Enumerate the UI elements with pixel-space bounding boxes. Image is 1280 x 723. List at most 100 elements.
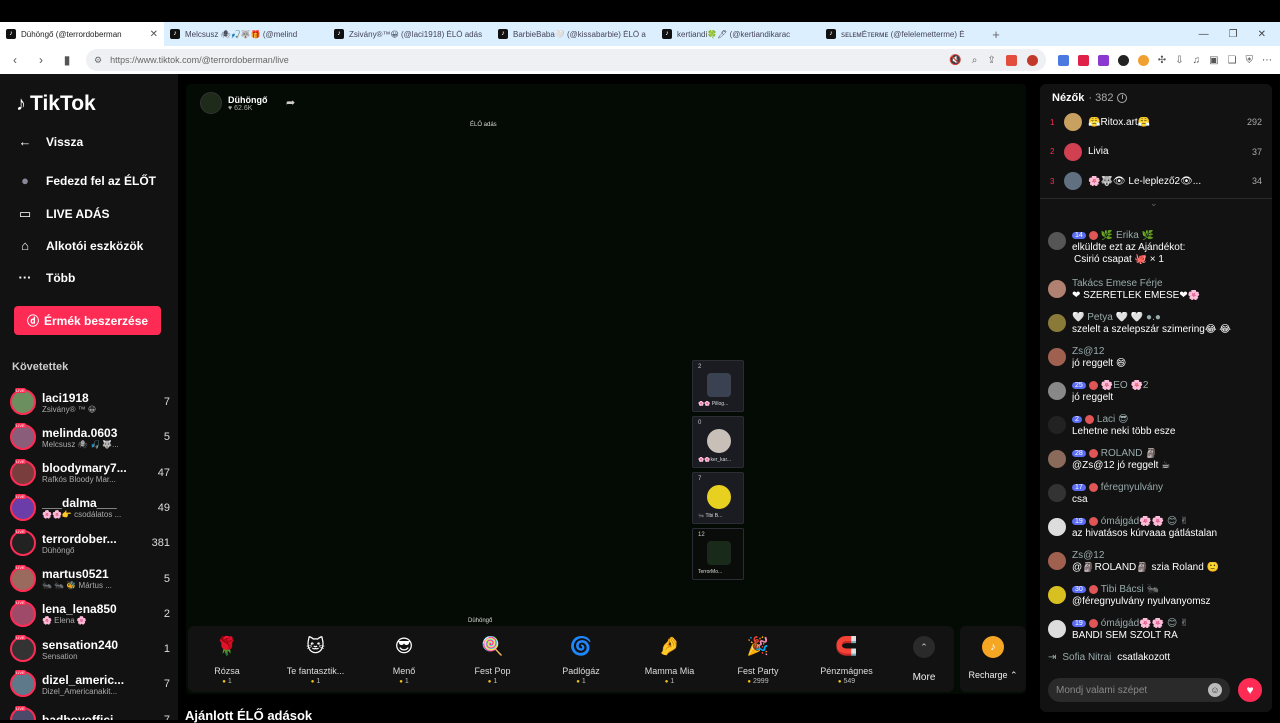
nav-explore-live[interactable]: ● Fedezd fel az ÉLŐT [16, 173, 156, 188]
tiktok-logo[interactable]: ♪ TikTok [16, 92, 96, 116]
avatar[interactable] [1048, 232, 1066, 250]
avatar[interactable] [1048, 416, 1066, 434]
following-item[interactable]: LIVE laci1918 Zsivány® ™ 😀 7 [10, 386, 170, 418]
emoji-icon[interactable]: ☺ [1208, 683, 1222, 697]
message-user[interactable]: 🌸EO 🌸2 [1101, 380, 1149, 391]
streamer-info[interactable]: Dühöngő ♥ 62.6K [200, 92, 268, 114]
viewers-header[interactable]: Nézők · 382 i [1052, 92, 1128, 104]
live-video-player[interactable]: Dühöngő ♥ 62.6K ➦ ÉLŐ adás 2 🌸🌸 Pillog..… [186, 84, 1026, 694]
top-viewer-item[interactable]: 2 Livia 37 [1050, 141, 1262, 163]
gift-item[interactable]: 🤌 Mamma Mia 1 [631, 632, 709, 685]
following-item[interactable]: LIVE sensation240 Sensation 1 [10, 633, 170, 665]
following-item[interactable]: LIVE martus0521 🐜 🐜 🐝 Mártus ... 5 [10, 563, 170, 595]
nav-creator-tools[interactable]: ⌂ Alkotói eszközök [16, 238, 143, 253]
avatar[interactable] [1048, 620, 1066, 638]
message-user[interactable]: ROLAND 🗿 [1101, 448, 1158, 459]
forward-icon[interactable]: › [34, 53, 48, 67]
extension-icon[interactable] [1005, 54, 1017, 66]
extension-icon[interactable] [1077, 54, 1089, 66]
share-icon[interactable]: ➦ [286, 96, 295, 109]
tab-1[interactable]: ♪ Melcsusz 🕷🎣🐺🎁 (@melind [164, 22, 328, 46]
download-icon[interactable]: ⇩ [1175, 55, 1183, 66]
extension-icon[interactable] [1026, 54, 1038, 66]
minimize-icon[interactable]: — [1199, 29, 1209, 40]
share-icon[interactable]: ⇪ [987, 55, 995, 66]
heart-icon[interactable]: ♥ [1238, 678, 1262, 702]
avatar[interactable] [1048, 586, 1066, 604]
collections-icon[interactable]: ❏ [1228, 55, 1237, 66]
message-user[interactable]: Zs@12 [1072, 346, 1104, 357]
avatar[interactable] [1048, 518, 1066, 536]
gift-item[interactable]: 🍭 Fest Pop 1 [454, 632, 532, 685]
message-user[interactable]: Zs@12 [1072, 550, 1104, 561]
avatar[interactable] [1048, 348, 1066, 366]
message-user[interactable]: féregnyulvány [1101, 482, 1163, 493]
message-user[interactable]: 🤍 Petya 🤍 🤍 ●.● [1072, 312, 1161, 323]
get-coins-button[interactable]: ⓓ Érmék beszerzése [14, 306, 161, 335]
avatar[interactable] [1048, 552, 1066, 570]
info-icon[interactable]: i [1117, 93, 1128, 103]
message-user[interactable]: 🌿 Erika 🌿 [1101, 230, 1154, 241]
menu-icon[interactable]: ⋯ [1262, 55, 1272, 66]
following-item[interactable]: LIVE terrordober... Dühöngő 381 [10, 527, 170, 559]
streamer-avatar[interactable] [200, 92, 222, 114]
gift-item[interactable]: 🧲 Pénzmágnes 549 [808, 632, 886, 685]
following-item[interactable]: LIVE badboyoffici... 7 [10, 704, 170, 720]
tab-5[interactable]: ♪ ꜱᴇʟᴇᴍÉᴛᴇʀᴍᴇ (@felelemetterme) É [820, 22, 984, 46]
chevron-down-icon[interactable]: ⌄ [1150, 198, 1158, 209]
tab-4[interactable]: ♪ kertiandi🍀🖊 (@kertiandikarac [656, 22, 820, 46]
recharge-button[interactable]: ♪ Recharge ⌃ [960, 626, 1026, 692]
new-tab-button[interactable]: + [984, 27, 1008, 42]
avatar[interactable] [1048, 382, 1066, 400]
gift-item[interactable]: 🎉 Fest Party 2999 [719, 632, 797, 685]
back-icon[interactable]: ‹ [8, 53, 22, 67]
following-item[interactable]: LIVE bloodymary7... Rafkós Bloody Mar... 47 [10, 457, 170, 489]
extension-icon[interactable] [1117, 54, 1129, 66]
avatar[interactable] [1048, 450, 1066, 468]
extension-icon[interactable] [1057, 54, 1069, 66]
following-item[interactable]: LIVE melinda.0603 Melcsusz 🕷 🎣 🐺... 5 [10, 421, 170, 453]
top-viewer-item[interactable]: 1 😤Ritox.art😤 292 [1050, 111, 1262, 133]
gift-item[interactable]: 🌹 Rózsa 1 [188, 632, 266, 685]
chat-input[interactable]: Mondj valami szépet ☺ [1048, 678, 1230, 702]
gift-item[interactable]: 🌀 Padlógáz 1 [542, 632, 620, 685]
message-user[interactable]: Tibi Bácsi 🐜 [1101, 584, 1159, 595]
following-item[interactable]: LIVE lena_lena850 🌸 Elena 🌸 2 [10, 598, 170, 630]
shield-icon[interactable]: ⛨ [1246, 55, 1254, 66]
avatar[interactable] [1048, 280, 1066, 298]
sidebar-icon[interactable]: ▣ [1209, 55, 1218, 66]
guest-tile[interactable]: 0 🌸🌸ker_kar... [692, 416, 744, 468]
close-icon[interactable]: ✕ [150, 29, 158, 40]
message-user[interactable]: ómájgád🌸🌸 😊 ✌ [1101, 618, 1189, 629]
avatar[interactable] [1048, 314, 1066, 332]
message-user[interactable]: ómájgád🌸🌸 😊 ✌ [1101, 516, 1189, 527]
restore-icon[interactable]: ❐ [1229, 29, 1238, 40]
message-user[interactable]: Laci 😎 [1097, 414, 1129, 425]
guest-tile[interactable]: 12 TerrorMo... [692, 528, 744, 580]
close-window-icon[interactable]: ✕ [1258, 29, 1266, 40]
extension-icon[interactable] [1137, 54, 1149, 66]
top-viewer-item[interactable]: 3 🌸🐺👁 Le-leplező2👁... 34 [1050, 170, 1262, 192]
avatar[interactable] [1048, 484, 1066, 502]
gift-item[interactable]: 😎 Menő 1 [365, 632, 443, 685]
guest-tile[interactable]: 2 🌸🌸 Pillog... [692, 360, 744, 412]
zoom-icon[interactable]: ⌕ [972, 55, 978, 66]
nav-back[interactable]: ← Vissza [16, 134, 84, 149]
tab-3[interactable]: ♪ BarbieBaba🤍 (@kissabarbie) ÉLŐ a [492, 22, 656, 46]
site-settings-icon[interactable]: ⚙ [94, 55, 102, 66]
extension-icon[interactable] [1097, 54, 1109, 66]
more-gifts-button[interactable]: ⌃ More [904, 632, 944, 683]
following-item[interactable]: LIVE dizel_americ... Dizel_Americanakit...… [10, 668, 170, 700]
message-user[interactable]: Takács Emese Férje [1072, 278, 1163, 289]
nav-more[interactable]: ··· Több [16, 270, 76, 285]
bookmark-icon[interactable]: ▮ [60, 53, 74, 67]
address-bar[interactable]: ⚙ https://www.tiktok.com/@terrordoberman… [86, 49, 1046, 71]
guest-tile[interactable]: 7 🐜 Tibi B... [692, 472, 744, 524]
tab-2[interactable]: ♪ Zsivány®™😀 (@laci1918) ÉLŐ adás [328, 22, 492, 46]
puzzle-icon[interactable]: ✣ [1158, 55, 1166, 66]
nav-live-broadcast[interactable]: ▭ LIVE ADÁS [16, 206, 110, 222]
music-icon[interactable]: ♫ [1193, 55, 1201, 66]
tab-0[interactable]: ♪ Dühöngő (@terrordoberman ✕ [0, 22, 164, 46]
following-item[interactable]: LIVE ___dalma___ 🌸🌸👉 csodálatos ... 49 [10, 492, 170, 524]
mute-icon[interactable]: 🔇 [949, 55, 961, 66]
